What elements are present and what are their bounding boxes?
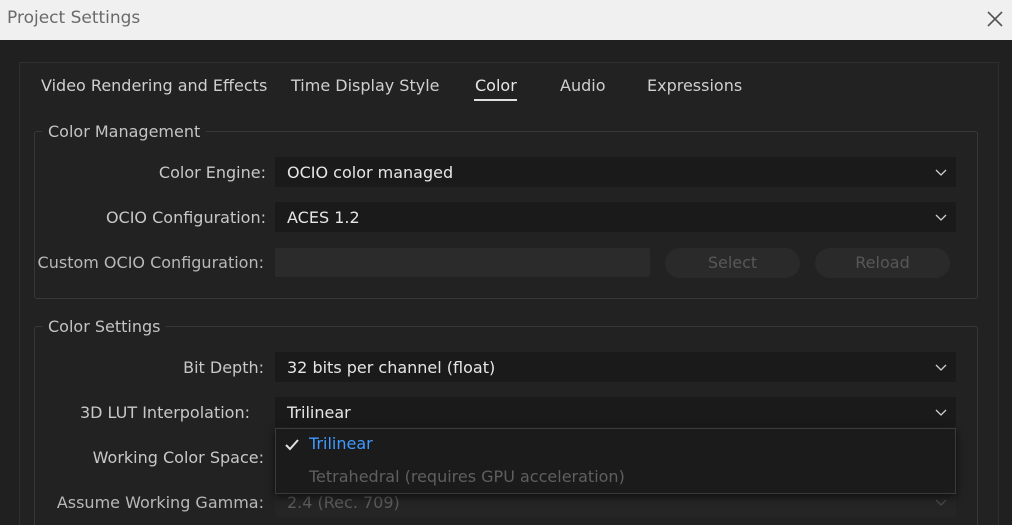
custom-ocio-label: Custom OCIO Configuration:: [37, 253, 264, 272]
color-engine-label: Color Engine:: [158, 163, 266, 182]
working-color-space-label: Working Color Space:: [92, 448, 264, 467]
color-settings-title: Color Settings: [42, 317, 167, 336]
active-tab-indicator: [474, 99, 517, 101]
lut-interpolation-select[interactable]: Trilinear: [275, 397, 956, 427]
tab-video-rendering[interactable]: Video Rendering and Effects: [41, 76, 267, 100]
ocio-configuration-select[interactable]: ACES 1.2: [275, 202, 956, 232]
assume-working-gamma-label: Assume Working Gamma:: [56, 493, 264, 512]
tab-time-display-style[interactable]: Time Display Style: [291, 76, 440, 100]
window-title: Project Settings: [7, 8, 141, 28]
dropdown-option-label: Trilinear: [309, 434, 373, 453]
chevron-down-icon: [935, 169, 947, 176]
bit-depth-label: Bit Depth:: [183, 358, 264, 377]
tab-audio[interactable]: Audio: [560, 76, 605, 100]
lut-interpolation-label: 3D LUT Interpolation:: [79, 403, 250, 422]
lut-interpolation-dropdown: Trilinear Tetrahedral (requires GPU acce…: [275, 428, 956, 494]
bit-depth-select[interactable]: 32 bits per channel (float): [275, 352, 956, 382]
bit-depth-value: 32 bits per channel (float): [287, 358, 496, 377]
tab-color[interactable]: Color: [475, 76, 517, 100]
assume-working-gamma-value: 2.4 (Rec. 709): [287, 493, 400, 512]
title-bar: Project Settings: [0, 0, 1012, 40]
color-engine-select[interactable]: OCIO color managed: [275, 157, 956, 187]
chevron-down-icon: [935, 409, 947, 416]
ocio-configuration-value: ACES 1.2: [287, 208, 360, 227]
reload-button: Reload: [815, 248, 950, 278]
chevron-down-icon: [935, 364, 947, 371]
select-button: Select: [665, 248, 800, 278]
color-engine-value: OCIO color managed: [287, 163, 454, 182]
lut-interpolation-value: Trilinear: [287, 403, 351, 422]
ocio-configuration-label: OCIO Configuration:: [105, 208, 266, 227]
dropdown-option-label: Tetrahedral (requires GPU acceleration): [309, 467, 625, 486]
dropdown-option-tetrahedral: Tetrahedral (requires GPU acceleration): [276, 462, 955, 494]
dropdown-option-trilinear[interactable]: Trilinear: [276, 429, 955, 461]
tab-expressions[interactable]: Expressions: [647, 76, 742, 100]
chevron-down-icon: [935, 214, 947, 221]
checkmark-icon: [285, 439, 299, 451]
custom-ocio-input: [275, 248, 650, 277]
close-icon[interactable]: [984, 8, 1006, 30]
chevron-down-icon: [935, 499, 947, 506]
color-management-title: Color Management: [42, 122, 207, 141]
